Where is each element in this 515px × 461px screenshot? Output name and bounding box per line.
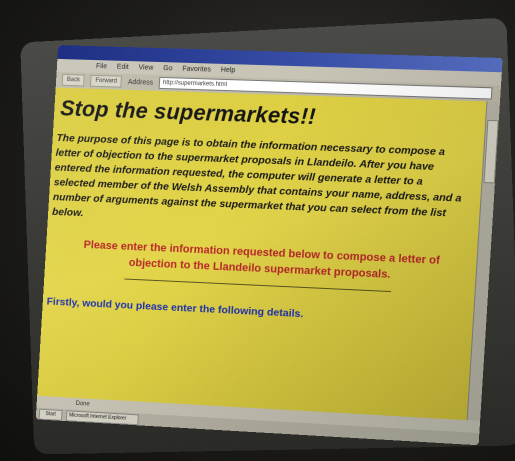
page-title: Stop the supermarkets!! <box>60 96 487 137</box>
menu-help[interactable]: Help <box>220 64 235 77</box>
back-button[interactable]: Back <box>62 74 85 87</box>
menu-favorites[interactable]: Favorites <box>182 63 211 77</box>
page-content: Stop the supermarkets!! The purpose of t… <box>37 88 487 421</box>
address-label: Address <box>128 78 154 86</box>
menu-view[interactable]: View <box>138 61 154 74</box>
browser-window: File Edit View Go Favorites Help Back Fo… <box>36 45 503 445</box>
menu-file[interactable]: File <box>96 60 108 73</box>
menu-go[interactable]: Go <box>163 62 173 75</box>
menu-edit[interactable]: Edit <box>116 61 129 74</box>
forward-button[interactable]: Forward <box>90 75 122 88</box>
intro-paragraph: The purpose of this page is to obtain th… <box>52 131 471 237</box>
start-button[interactable]: Start <box>39 408 63 420</box>
details-prompt: Firstly, would you please enter the foll… <box>46 296 474 329</box>
